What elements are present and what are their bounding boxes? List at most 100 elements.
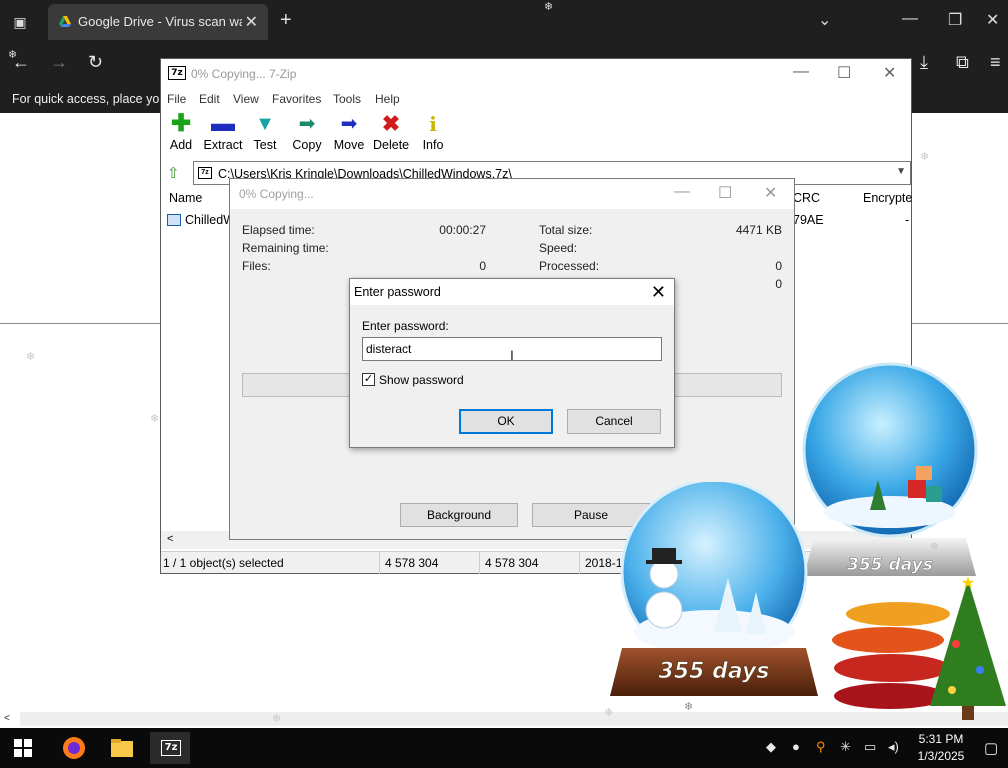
windows-taskbar: 7z ◆ ● ⚲ ✳ ▭ ◂) 5:31 PM 1/3/2025 ▢ (0, 728, 1008, 768)
snowflake-icon: ❄ (150, 413, 160, 425)
snowflake-icon: ❄ (8, 49, 18, 61)
snowman-hat (652, 548, 676, 562)
extract-icon: ▬ (211, 110, 235, 137)
app-tray-icon[interactable]: ◆ (766, 739, 776, 755)
network-icon[interactable]: ▭ (864, 739, 876, 755)
minimize-icon[interactable]: — (674, 183, 690, 201)
minimize-icon[interactable]: — (902, 10, 918, 28)
column-crc[interactable]: CRC (793, 191, 820, 205)
move-icon: ➡ (340, 113, 358, 135)
delete-button[interactable]: ✖ Delete (373, 113, 409, 153)
file-explorer-icon[interactable] (102, 732, 142, 764)
7zip-menubar: File Edit View Favorites Tools Help (161, 89, 911, 109)
cancel-button[interactable]: Cancel (567, 409, 661, 434)
test-button[interactable]: ▼ Test (251, 113, 279, 152)
snowflake-tray-icon[interactable]: ✳ (840, 739, 851, 755)
snowflake-icon: ❄ (272, 713, 282, 725)
clock-time: 5:31 PM (918, 732, 964, 746)
status-divider (379, 552, 380, 574)
extract-button[interactable]: ▬ Extract (203, 110, 243, 153)
password-dialog-title: Enter password (354, 285, 441, 299)
menu-file[interactable]: File (167, 92, 186, 106)
folder-up-icon[interactable]: ⇧ (167, 164, 180, 182)
7zip-titlebar: 7z 0% Copying... 7-Zip — ☐ ✕ (161, 59, 911, 89)
notifications-icon[interactable]: ▢ (984, 739, 998, 757)
tab-close-icon[interactable]: ✕ (245, 12, 258, 32)
scroll-left-icon[interactable]: < (4, 713, 10, 724)
test-icon: ▼ (255, 113, 275, 135)
close-icon[interactable]: ✕ (883, 63, 896, 83)
spiral-ring (846, 602, 950, 626)
close-icon[interactable]: ✕ (764, 183, 777, 203)
star-icon: ★ (961, 575, 975, 592)
snowman-hat-brim (646, 560, 682, 564)
windows-start-icon[interactable] (14, 739, 32, 757)
snowflake-icon: ❄ (920, 151, 930, 163)
browser-tab-bar: ▣ Google Drive - Virus scan warni ✕ + ⌄ … (0, 0, 1008, 44)
processed-label: Processed: (539, 259, 600, 273)
tab-search-icon[interactable]: ⌄ (818, 10, 831, 30)
snowflake-icon: ❄ (544, 1, 554, 13)
file-crc: 79AE (793, 213, 824, 227)
info-button[interactable]: i Info (421, 113, 445, 152)
text-cursor-icon: I (510, 347, 514, 363)
system-clock[interactable]: 5:31 PM 1/3/2025 (912, 731, 970, 765)
status-selected: 1 / 1 object(s) selected (163, 556, 284, 570)
browser-tab[interactable]: Google Drive - Virus scan warni ✕ (48, 4, 268, 40)
close-icon[interactable]: ✕ (651, 282, 666, 303)
ok-button[interactable]: OK (459, 409, 553, 434)
maximize-icon[interactable]: ☐ (837, 63, 851, 83)
volume-icon[interactable]: ◂) (888, 739, 899, 755)
new-tab-icon[interactable]: + (280, 9, 292, 32)
menu-favorites[interactable]: Favorites (272, 92, 321, 106)
add-button[interactable]: ✚ Add (167, 112, 195, 153)
background-button[interactable]: Background (400, 503, 518, 527)
ornament-icon (948, 686, 956, 694)
forward-icon[interactable]: → (50, 52, 68, 73)
menu-edit[interactable]: Edit (199, 92, 220, 106)
christmas-tree-gadget: ★ (832, 575, 1006, 720)
chevron-down-icon[interactable]: ▼ (896, 166, 906, 177)
copy-icon: ➡ (298, 113, 316, 135)
move-button[interactable]: ➡ Move (333, 113, 365, 152)
reload-icon[interactable]: ↻ (88, 52, 103, 73)
7zip-taskbar-icon[interactable]: 7z (150, 732, 190, 764)
google-drive-icon (59, 16, 71, 27)
drop-tray-icon[interactable]: ● (792, 739, 800, 754)
ornament-icon (976, 666, 984, 674)
maximize-icon[interactable]: ☐ (718, 183, 732, 203)
status-size: 4 578 304 (385, 556, 439, 570)
status-packed: 4 578 304 (485, 556, 539, 570)
files-value: 0 (479, 259, 486, 273)
checkbox-check-icon[interactable]: ✓ (362, 373, 375, 386)
menu-help[interactable]: Help (375, 92, 400, 106)
snowflake-icon: ❄ (26, 351, 36, 363)
extra-value: 0 (775, 277, 782, 291)
7zip-title: 0% Copying... 7-Zip (191, 67, 297, 81)
enter-password-dialog: Enter password ✕ Enter password: ✓ Show … (349, 278, 675, 448)
clock-date: 1/3/2025 (917, 749, 965, 763)
download-icon[interactable]: ⤓ (920, 52, 928, 73)
gift-icon (908, 480, 926, 498)
gift-icon (916, 466, 932, 480)
menu-tools[interactable]: Tools (333, 92, 361, 106)
spiral-ring (834, 654, 950, 682)
extensions-icon[interactable]: ⧉ (956, 52, 969, 73)
globe-badge-large: 355 days (659, 659, 770, 684)
menu-view[interactable]: View (233, 92, 259, 106)
column-encrypted[interactable]: Encrypte (863, 191, 912, 205)
password-label: Enter password: (362, 319, 449, 333)
menu-icon[interactable]: ≡ (990, 52, 1001, 73)
total-size-label: Total size: (539, 223, 593, 237)
firefox-icon[interactable] (54, 732, 94, 764)
minimize-icon[interactable]: — (793, 63, 809, 81)
close-icon[interactable]: ✕ (986, 10, 999, 30)
copy-button[interactable]: ➡ Copy (291, 113, 323, 152)
restore-icon[interactable]: ❐ (948, 10, 962, 30)
search-tray-icon[interactable]: ⚲ (816, 739, 826, 755)
remaining-label: Remaining time: (242, 241, 329, 255)
column-name[interactable]: Name (169, 191, 202, 205)
tab-list-icon[interactable]: ▣ (8, 10, 32, 34)
scroll-left-icon[interactable]: < (167, 533, 173, 545)
globe-badge-small: 355 days (847, 555, 933, 575)
